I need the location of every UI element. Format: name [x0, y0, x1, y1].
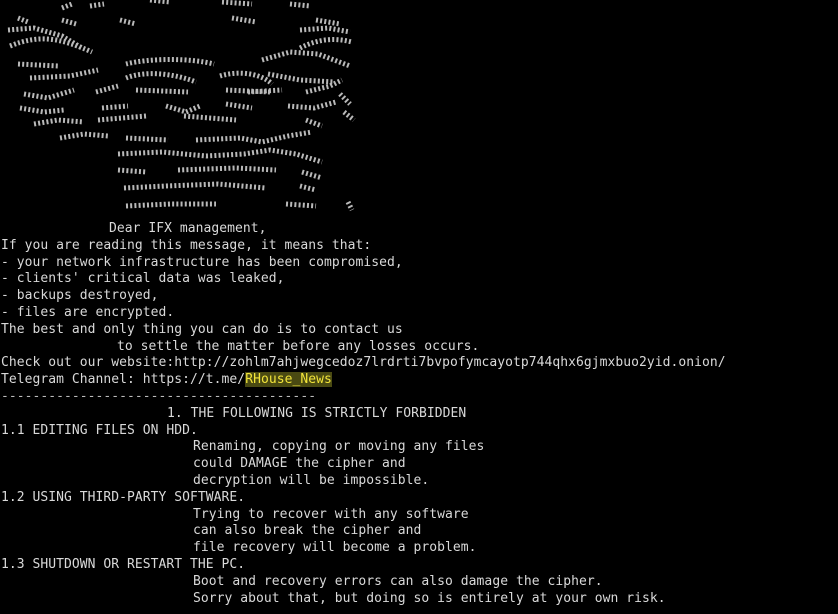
- list-item: - backups destroyed,: [1, 288, 159, 304]
- website-line: Check out our website:http://zohlm7ahjwe…: [1, 355, 726, 371]
- ransom-note: Dear IFX management, If you are reading …: [1, 221, 837, 607]
- rule-detail: Trying to recover with any software: [193, 506, 469, 522]
- rule-detail: Renaming, copying or moving any files: [193, 439, 485, 455]
- contact-line: to settle the matter before any losses o…: [117, 338, 480, 354]
- section-heading: 1. THE FOLLOWING IS STRICTLY FORBIDDEN: [167, 405, 467, 421]
- greeting: Dear IFX management,: [109, 221, 267, 236]
- rule-detail: could DAMAGE the cipher and: [193, 456, 406, 472]
- rule-title: 1.2 USING THIRD-PARTY SOFTWARE.: [1, 489, 246, 505]
- divider: ----------------------------------------: [1, 388, 317, 404]
- rule-detail: decryption will be impossible.: [193, 472, 430, 488]
- rule-detail: file recovery will become a problem.: [193, 540, 477, 556]
- rule-detail: Sorry about that, but doing so is entire…: [193, 590, 666, 606]
- rule-detail: Boot and recovery errors can also damage…: [193, 573, 603, 589]
- intro-line: If you are reading this message, it mean…: [1, 237, 372, 253]
- list-item: - your network infrastructure has been c…: [1, 254, 403, 270]
- terminal-window: Dear IFX management, If you are reading …: [0, 0, 838, 614]
- rule-detail: can also break the cipher and: [193, 523, 422, 539]
- telegram-label: Telegram Channel: https://t.me/: [1, 372, 246, 388]
- rule-title: 1.1 EDITING FILES ON HDD.: [1, 422, 198, 438]
- skull-ascii-art-icon: [0, 0, 420, 222]
- contact-line: The best and only thing you can do is to…: [1, 321, 403, 337]
- telegram-line: Telegram Channel: https://t.me/RHouse_Ne…: [1, 372, 837, 389]
- telegram-handle-highlight: RHouse_News: [245, 372, 332, 388]
- list-item: - clients' critical data was leaked,: [1, 271, 285, 287]
- rule-title: 1.3 SHUTDOWN OR RESTART THE PC.: [1, 556, 246, 572]
- list-item: - files are encrypted.: [1, 304, 175, 320]
- skull-ascii-art-drawing: [7, 0, 356, 212]
